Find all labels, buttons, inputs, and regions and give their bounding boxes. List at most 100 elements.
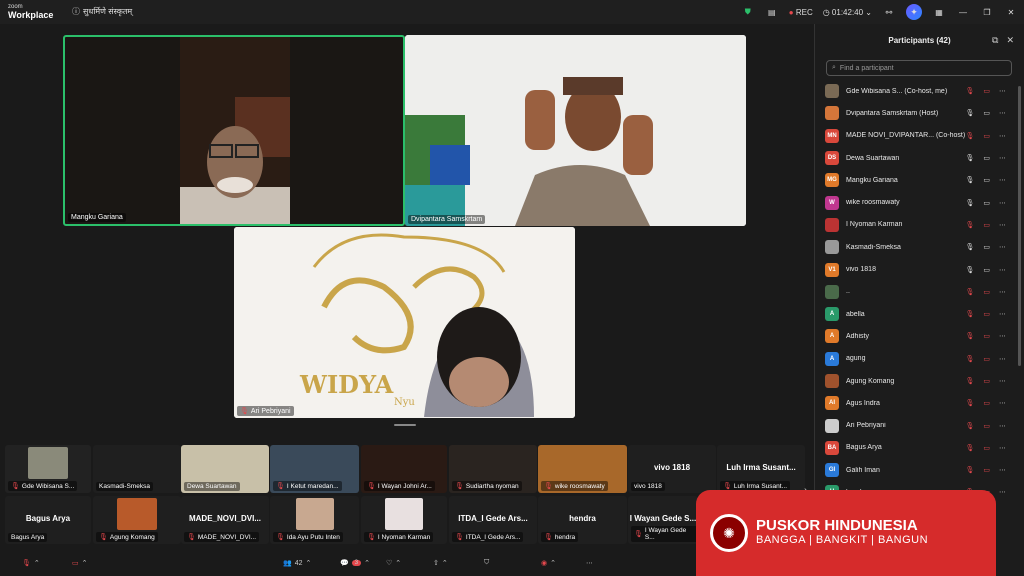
more-icon[interactable]: ⋯ [999, 422, 1006, 430]
strip-tile-hendra[interactable]: hendra 🎙 hendra [538, 496, 627, 544]
participant-status: 🎙 ▭ ⋯ [965, 466, 1006, 474]
participant-row[interactable]: Aabella 🎙 ▭ ⋯ [815, 303, 1015, 325]
more-icon[interactable]: ⋯ [999, 355, 1006, 363]
strip-tile-wayan[interactable]: I Wayan Gede S... 🎙 I Wayan Gede S... [628, 496, 698, 544]
strip-tile-sudiartha[interactable]: 🎙 Sudiartha nyoman [449, 445, 537, 493]
participant-row[interactable]: Dvipantara Samskrtam (Host) 🎙 ▭ ⋯ [815, 102, 1015, 124]
video-icon: ▭ [983, 177, 990, 185]
more-icon[interactable]: ⋯ [999, 399, 1006, 407]
close-icon[interactable]: ✕ [1004, 5, 1018, 19]
strip-tile-idaayu[interactable]: 🎙 Ida Ayu Putu Inten [270, 496, 359, 544]
strip-tile-luh[interactable]: Luh Irma Susant... 🎙 Luh Irma Susant... [717, 445, 805, 493]
scrollbar[interactable] [1018, 86, 1021, 366]
mic-off-icon: 🎙 [965, 400, 975, 408]
more-icon[interactable]: ⋯ [999, 176, 1006, 184]
mic-icon: 🎙 [965, 244, 975, 252]
participant-row[interactable]: .. 🎙 ▭ ⋯ [815, 281, 1015, 303]
video-button[interactable]: ▭ ⌃ [72, 559, 88, 567]
more-icon[interactable]: ⋯ [999, 199, 1006, 207]
more-icon[interactable]: ⋯ [999, 444, 1006, 452]
strip-tile-kasmadi[interactable]: Kasmadi-Smeksa [93, 445, 181, 493]
strip-tile-johni[interactable]: 🎙 I Wayan Johni Ar... [361, 445, 447, 493]
strip-tile-agung[interactable]: 🎙 Agung Komang [93, 496, 181, 544]
participant-row[interactable]: Kasmadi-Smeksa 🎙 ▭ ⋯ [815, 236, 1015, 258]
more-icon[interactable]: ⋯ [999, 243, 1006, 251]
chat-button[interactable]: 💬 3 ⌃ [340, 559, 370, 567]
participant-row[interactable]: Aagung 🎙 ▭ ⋯ [815, 348, 1015, 370]
mic-off-icon: 🎙 [965, 132, 975, 140]
more-button[interactable]: ⋯ [586, 559, 593, 567]
strip-tile-bagus[interactable]: Bagus Arya Bagus Arya [5, 496, 91, 544]
close-icon[interactable]: ✕ [1006, 35, 1014, 46]
meeting-info[interactable]: ⓘ सुधर्मिणे संस्कृतम् [72, 6, 132, 17]
more-icon[interactable]: ⋯ [999, 466, 1006, 474]
strip-tile-itda[interactable]: ITDA_I Gede Ars... 🎙 ITDA_I Gede Ars... [449, 496, 537, 544]
more-icon[interactable]: ⋯ [999, 377, 1006, 385]
notes-icon[interactable]: ▤ [765, 5, 779, 19]
participant-row[interactable]: BA Bagus Arya 🎙 ▭ ⋯ [815, 437, 1015, 459]
video-off-icon: ▭ [983, 333, 990, 341]
popout-icon[interactable]: ⧉ [992, 35, 998, 46]
more-icon[interactable]: ⋯ [999, 332, 1006, 340]
react-button[interactable]: ♡ ⌃ [386, 559, 401, 567]
strip-tile-nyoman[interactable]: 🎙 I Nyoman Karman [361, 496, 447, 544]
video-off-icon: ▭ [983, 311, 990, 319]
search-input[interactable]: ⌕ Find a participant [826, 60, 1012, 76]
participants-button[interactable]: 👥 42 ⌃ [283, 559, 311, 568]
more-icon[interactable]: ⋯ [999, 132, 1006, 140]
drag-handle[interactable] [394, 424, 416, 426]
participant-row[interactable]: MG Mangku Gariana 🎙 ▭ ⋯ [815, 169, 1015, 191]
participant-row[interactable]: A Adhisty 🎙 ▭ ⋯ [815, 325, 1015, 347]
video-tile-mangku[interactable]: Mangku Gariana [63, 35, 405, 226]
heart-icon: ♡ [386, 560, 393, 567]
mic-icon: 🎙 [965, 177, 975, 185]
more-icon[interactable]: ⋯ [999, 288, 1006, 296]
gallery-strip: 🎙 Gde Wibisana S... Kasmadi-Smeksa Dewa S… [0, 441, 812, 549]
avatar [825, 106, 839, 121]
participant-row[interactable]: AI Agus Indra 🎙 ▭ ⋯ [815, 392, 1015, 414]
video-icon: ▭ [983, 110, 990, 118]
strip-tile-wike[interactable]: 🎙 wike roosmawaty [538, 445, 627, 493]
more-icon[interactable]: ⋯ [999, 154, 1006, 162]
more-icon[interactable]: ⋯ [999, 221, 1006, 229]
minimize-icon[interactable]: — [956, 5, 970, 19]
shield-icon[interactable]: ⛊ [741, 5, 755, 19]
puskor-logo: ✺ [710, 514, 748, 552]
participant-row[interactable]: Gde Wibisana S... (Co-host, me) 🎙 ▭ ⋯ [815, 80, 1015, 102]
video-tile-ari[interactable]: WIDYA Nyu 🎙 Ari Pebriyani [234, 227, 575, 418]
banner-title: PUSKOR HINDUNESIA [756, 517, 918, 534]
participant-row[interactable]: Ari Pebriyani 🎙 ▭ ⋯ [815, 414, 1015, 436]
mic-off-icon: 🎙 [276, 483, 285, 490]
more-icon[interactable]: ⋯ [999, 109, 1006, 117]
strip-tile-dewa[interactable]: Dewa Suartawan [181, 445, 269, 493]
info-icon[interactable]: ⓘ [72, 6, 80, 17]
participant-row[interactable]: GI Galih Iman 🎙 ▭ ⋯ [815, 459, 1015, 481]
more-icon[interactable]: ⋯ [999, 87, 1006, 95]
mic-off-icon: 🎙 [965, 221, 975, 229]
more-icon[interactable]: ⋯ [999, 488, 1006, 496]
ai-companion-icon[interactable]: ✦ [906, 4, 922, 20]
strip-tile-ketut[interactable]: 🎙 I Ketut maredan... [270, 445, 359, 493]
more-icon[interactable]: ⋯ [999, 310, 1006, 318]
avatar: V1 [825, 262, 839, 277]
strip-tile-vivo[interactable]: vivo 1818 vivo 1818 [628, 445, 716, 493]
participant-row[interactable]: Wwike roosmawaty 🎙 ▭ ⋯ [815, 191, 1015, 213]
reactions-icon[interactable]: ⚯ [882, 5, 896, 19]
video-tile-dvipantara[interactable]: Dvipantara Samskrtam [405, 35, 746, 226]
strip-tile-gde[interactable]: 🎙 Gde Wibisana S... [5, 445, 91, 493]
participant-row[interactable]: Agung Komang 🎙 ▭ ⋯ [815, 370, 1015, 392]
share-button[interactable]: ⇧ ⌃ [433, 559, 448, 567]
more-icon[interactable]: ⋯ [999, 266, 1006, 274]
participant-row[interactable]: DS Dewa Suartawan 🎙 ▭ ⋯ [815, 147, 1015, 169]
participant-row[interactable]: I Nyoman Karman 🎙 ▭ ⋯ [815, 214, 1015, 236]
recording-indicator[interactable]: ● REC [789, 8, 813, 17]
tile-name: Mangku Gariana [68, 213, 126, 222]
strip-tile-madenovi[interactable]: MADE_NOVI_DVI... 🎙 MADE_NOVI_DVI... [181, 496, 269, 544]
participant-row[interactable]: V1 vivo 1818 🎙 ▭ ⋯ [815, 258, 1015, 280]
mute-button[interactable]: 🎙 ⌃ [22, 559, 40, 567]
security-button[interactable]: ⛉ [484, 559, 489, 567]
view-icon[interactable]: ▦ [932, 5, 946, 19]
participant-row[interactable]: MN MADE NOVI_DVIPANTAR... (Co-host) 🎙 ▭ ⋯ [815, 125, 1015, 147]
restore-icon[interactable]: ❐ [980, 5, 994, 19]
record-button[interactable]: ◉ ⌃ [541, 559, 556, 567]
